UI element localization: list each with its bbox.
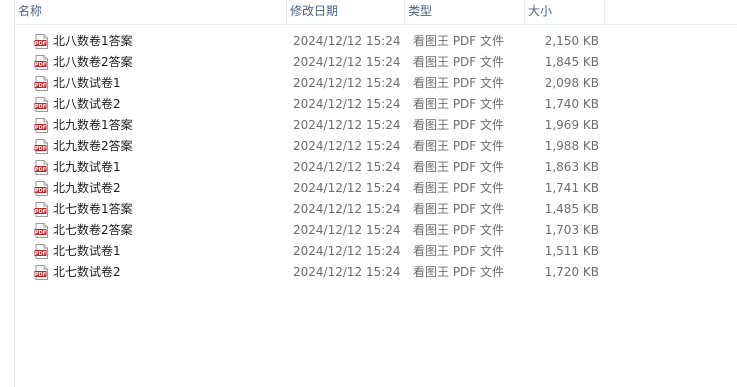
file-size: 1,741 KB — [544, 181, 599, 195]
file-name: 北七数卷2答案 — [53, 223, 133, 237]
file-row[interactable]: PDF 北七数试卷2 2024/12/12 15:24 看图王 PDF 文件 1,720… — [15, 262, 737, 283]
file-name: 北八数卷2答案 — [53, 55, 133, 69]
pdf-file-icon: PDF — [34, 118, 48, 133]
file-name: 北七数卷1答案 — [53, 202, 133, 216]
navigation-pane-edge — [0, 0, 15, 387]
file-type: 看图王 PDF 文件 — [413, 223, 505, 237]
file-explorer-window: ⌃ 名称 修改日期 类型 大小 PDF 北八数卷1答案 2024/12/12 15:… — [0, 0, 737, 387]
file-date: 2024/12/12 15:24 — [293, 55, 401, 69]
file-date: 2024/12/12 15:24 — [293, 76, 401, 90]
file-size: 1,511 KB — [544, 244, 599, 258]
svg-text:PDF: PDF — [35, 41, 46, 47]
pdf-file-icon: PDF — [34, 202, 48, 217]
file-name: 北七数试卷2 — [53, 265, 121, 279]
column-header-name[interactable]: 名称 — [15, 0, 287, 24]
pdf-file-icon: PDF — [34, 244, 48, 259]
file-size: 1,720 KB — [544, 265, 599, 279]
file-row[interactable]: PDF 北九数卷2答案 2024/12/12 15:24 看图王 PDF 文件 1,98… — [15, 136, 737, 157]
file-row[interactable]: PDF 北八数卷2答案 2024/12/12 15:24 看图王 PDF 文件 1,84… — [15, 52, 737, 73]
file-row[interactable]: PDF 北九数卷1答案 2024/12/12 15:24 看图王 PDF 文件 1,96… — [15, 115, 737, 136]
file-date: 2024/12/12 15:24 — [293, 34, 401, 48]
pdf-file-icon: PDF — [34, 223, 48, 238]
column-header-size[interactable]: 大小 — [525, 0, 605, 24]
pdf-file-icon: PDF — [34, 160, 48, 175]
file-date: 2024/12/12 15:24 — [293, 97, 401, 111]
pdf-file-icon: PDF — [34, 265, 48, 280]
svg-text:PDF: PDF — [35, 209, 46, 215]
file-date: 2024/12/12 15:24 — [293, 118, 401, 132]
file-type: 看图王 PDF 文件 — [413, 118, 505, 132]
file-date: 2024/12/12 15:24 — [293, 139, 401, 153]
file-date: 2024/12/12 15:24 — [293, 181, 401, 195]
pdf-file-icon: PDF — [34, 97, 48, 112]
svg-text:PDF: PDF — [35, 167, 46, 173]
file-row[interactable]: PDF 北七数试卷1 2024/12/12 15:24 看图王 PDF 文件 1,511… — [15, 241, 737, 262]
file-name: 北九数卷2答案 — [53, 139, 133, 153]
file-type: 看图王 PDF 文件 — [413, 55, 505, 69]
pdf-file-icon: PDF — [34, 181, 48, 196]
file-size: 2,098 KB — [544, 76, 599, 90]
svg-text:PDF: PDF — [35, 188, 46, 194]
pdf-file-icon: PDF — [34, 76, 48, 91]
file-name: 北九数试卷1 — [53, 160, 121, 174]
file-name: 北九数卷1答案 — [53, 118, 133, 132]
file-size: 1,969 KB — [544, 118, 599, 132]
file-type: 看图王 PDF 文件 — [413, 97, 505, 111]
file-size: 1,988 KB — [544, 139, 599, 153]
file-size: 1,863 KB — [544, 160, 599, 174]
file-name: 北九数试卷2 — [53, 181, 121, 195]
file-size: 1,485 KB — [544, 202, 599, 216]
svg-text:PDF: PDF — [35, 251, 46, 257]
svg-text:PDF: PDF — [35, 146, 46, 152]
file-type: 看图王 PDF 文件 — [413, 202, 505, 216]
svg-text:PDF: PDF — [35, 230, 46, 236]
file-row[interactable]: PDF 北七数卷1答案 2024/12/12 15:24 看图王 PDF 文件 1,48… — [15, 199, 737, 220]
file-name: 北八数试卷2 — [53, 97, 121, 111]
file-type: 看图王 PDF 文件 — [413, 34, 505, 48]
file-type: 看图王 PDF 文件 — [413, 160, 505, 174]
svg-text:PDF: PDF — [35, 272, 46, 278]
file-name: 北七数试卷1 — [53, 244, 121, 258]
svg-text:PDF: PDF — [35, 104, 46, 110]
file-size: 2,150 KB — [544, 34, 599, 48]
file-date: 2024/12/12 15:24 — [293, 202, 401, 216]
svg-text:PDF: PDF — [35, 62, 46, 68]
file-type: 看图王 PDF 文件 — [413, 139, 505, 153]
file-size: 1,703 KB — [544, 223, 599, 237]
svg-text:PDF: PDF — [35, 125, 46, 131]
pdf-file-icon: PDF — [34, 55, 48, 70]
file-row[interactable]: PDF 北八数试卷1 2024/12/12 15:24 看图王 PDF 文件 2,098… — [15, 73, 737, 94]
column-header-date[interactable]: 修改日期 — [287, 0, 405, 24]
pdf-file-icon: PDF — [34, 139, 48, 154]
file-type: 看图王 PDF 文件 — [413, 181, 505, 195]
pdf-file-icon: PDF — [34, 34, 48, 49]
file-row[interactable]: PDF 北九数试卷1 2024/12/12 15:24 看图王 PDF 文件 1,863… — [15, 157, 737, 178]
file-date: 2024/12/12 15:24 — [293, 265, 401, 279]
file-date: 2024/12/12 15:24 — [293, 244, 401, 258]
file-type: 看图王 PDF 文件 — [413, 265, 505, 279]
file-date: 2024/12/12 15:24 — [293, 160, 401, 174]
file-name: 北八数试卷1 — [53, 76, 121, 90]
file-list: PDF 北八数卷1答案 2024/12/12 15:24 看图王 PDF 文件 2,15… — [15, 31, 737, 283]
file-row[interactable]: PDF 北七数卷2答案 2024/12/12 15:24 看图王 PDF 文件 1,70… — [15, 220, 737, 241]
file-date: 2024/12/12 15:24 — [293, 223, 401, 237]
file-type: 看图王 PDF 文件 — [413, 76, 505, 90]
svg-text:PDF: PDF — [35, 83, 46, 89]
file-size: 1,740 KB — [544, 97, 599, 111]
column-header-type[interactable]: 类型 — [405, 0, 525, 24]
file-row[interactable]: PDF 北八数试卷2 2024/12/12 15:24 看图王 PDF 文件 1,740… — [15, 94, 737, 115]
file-name: 北八数卷1答案 — [53, 34, 133, 48]
file-row[interactable]: PDF 北九数试卷2 2024/12/12 15:24 看图王 PDF 文件 1,741… — [15, 178, 737, 199]
file-size: 1,845 KB — [544, 55, 599, 69]
file-row[interactable]: PDF 北八数卷1答案 2024/12/12 15:24 看图王 PDF 文件 2,15… — [15, 31, 737, 52]
file-type: 看图王 PDF 文件 — [413, 244, 505, 258]
